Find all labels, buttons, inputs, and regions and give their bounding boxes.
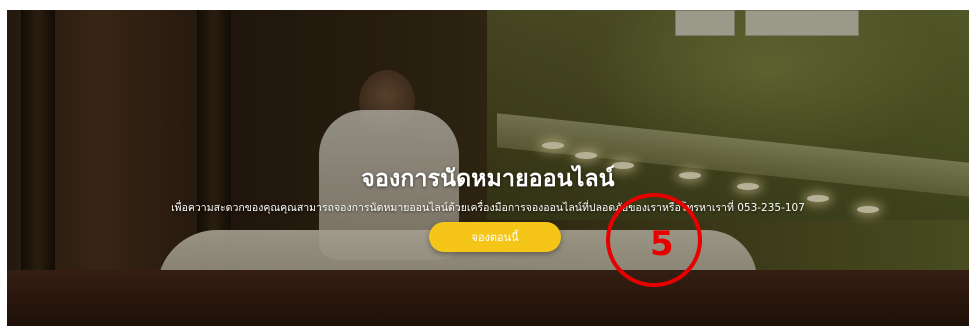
annotation-number: 5 <box>650 224 674 264</box>
page-frame: จองการนัดหมายออนไลน์ เพื่อความสะดวกของคุ… <box>0 0 976 326</box>
annotation-circle: 5 <box>606 193 702 287</box>
hero-title: จองการนัดหมายออนไลน์ <box>361 166 615 192</box>
hero-subtitle: เพื่อความสะดวกของคุณคุณสามารถจองการนัดหม… <box>171 202 805 214</box>
book-now-button[interactable]: จองตอนนี้ <box>429 222 561 252</box>
